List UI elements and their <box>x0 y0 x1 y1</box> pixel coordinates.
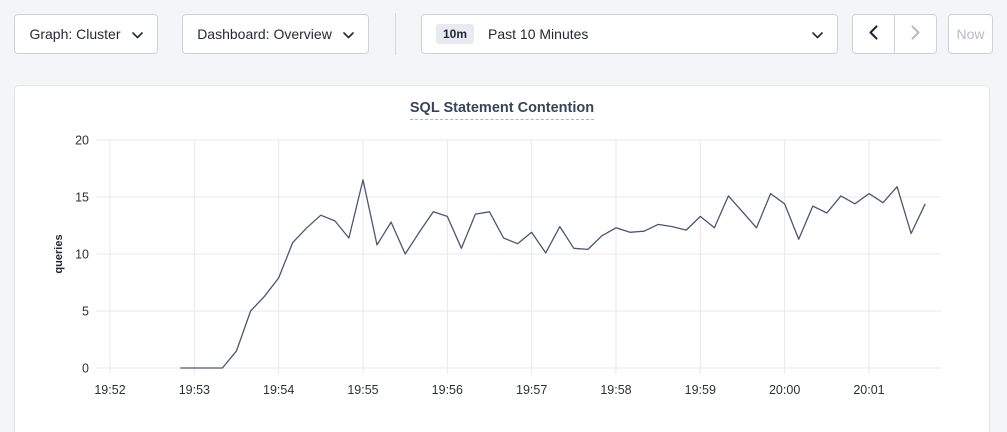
chart-title[interactable]: SQL Statement Contention <box>410 100 594 120</box>
chart-card: SQL Statement Contention 0 5 10 15 20 19:52 19… <box>14 85 990 432</box>
dashboard-dropdown-label: Dashboard: Overview <box>197 26 332 42</box>
now-button-label: Now <box>956 26 984 42</box>
graph-dropdown[interactable]: Graph: Cluster <box>14 14 158 54</box>
chevron-down-icon <box>343 26 354 42</box>
x-tick-label: 20:01 <box>853 383 884 397</box>
time-range-dropdown[interactable]: 10m Past 10 Minutes <box>421 14 838 54</box>
toolbar: Graph: Cluster Dashboard: Overview 10m P… <box>0 0 1007 70</box>
next-time-button[interactable] <box>895 15 936 53</box>
y-tick-label: 20 <box>75 134 89 148</box>
x-tick-label: 19:55 <box>347 383 378 397</box>
time-step-buttons <box>852 14 937 54</box>
chevron-right-icon <box>911 25 920 43</box>
time-range-badge: 10m <box>436 24 474 44</box>
x-tick-label: 19:54 <box>263 383 294 397</box>
graph-dropdown-label: Graph: Cluster <box>29 26 120 42</box>
y-tick-label: 10 <box>75 248 89 262</box>
now-button[interactable]: Now <box>948 14 993 54</box>
y-tick-label: 0 <box>82 362 89 376</box>
chevron-down-icon <box>812 26 823 42</box>
series-line-queries <box>180 180 925 368</box>
y-axis-title: queries <box>53 234 65 273</box>
time-range-label: Past 10 Minutes <box>488 26 588 42</box>
chevron-left-icon <box>869 25 878 43</box>
y-tick-label: 5 <box>82 305 89 319</box>
x-tick-label: 19:58 <box>600 383 631 397</box>
chevron-down-icon <box>132 26 143 42</box>
sql-statement-contention-chart[interactable]: 0 5 10 15 20 19:52 19:53 19:54 19:55 19:56 19:57 19… <box>15 86 991 416</box>
previous-time-button[interactable] <box>853 15 895 53</box>
y-tick-label: 15 <box>75 191 89 205</box>
x-tick-label: 19:57 <box>516 383 547 397</box>
x-tick-label: 19:53 <box>179 383 210 397</box>
x-tick-label: 20:00 <box>769 383 800 397</box>
toolbar-divider <box>395 13 396 55</box>
x-tick-label: 19:59 <box>685 383 716 397</box>
x-tick-label: 19:52 <box>94 383 125 397</box>
dashboard-dropdown[interactable]: Dashboard: Overview <box>182 14 369 54</box>
x-tick-label: 19:56 <box>432 383 463 397</box>
